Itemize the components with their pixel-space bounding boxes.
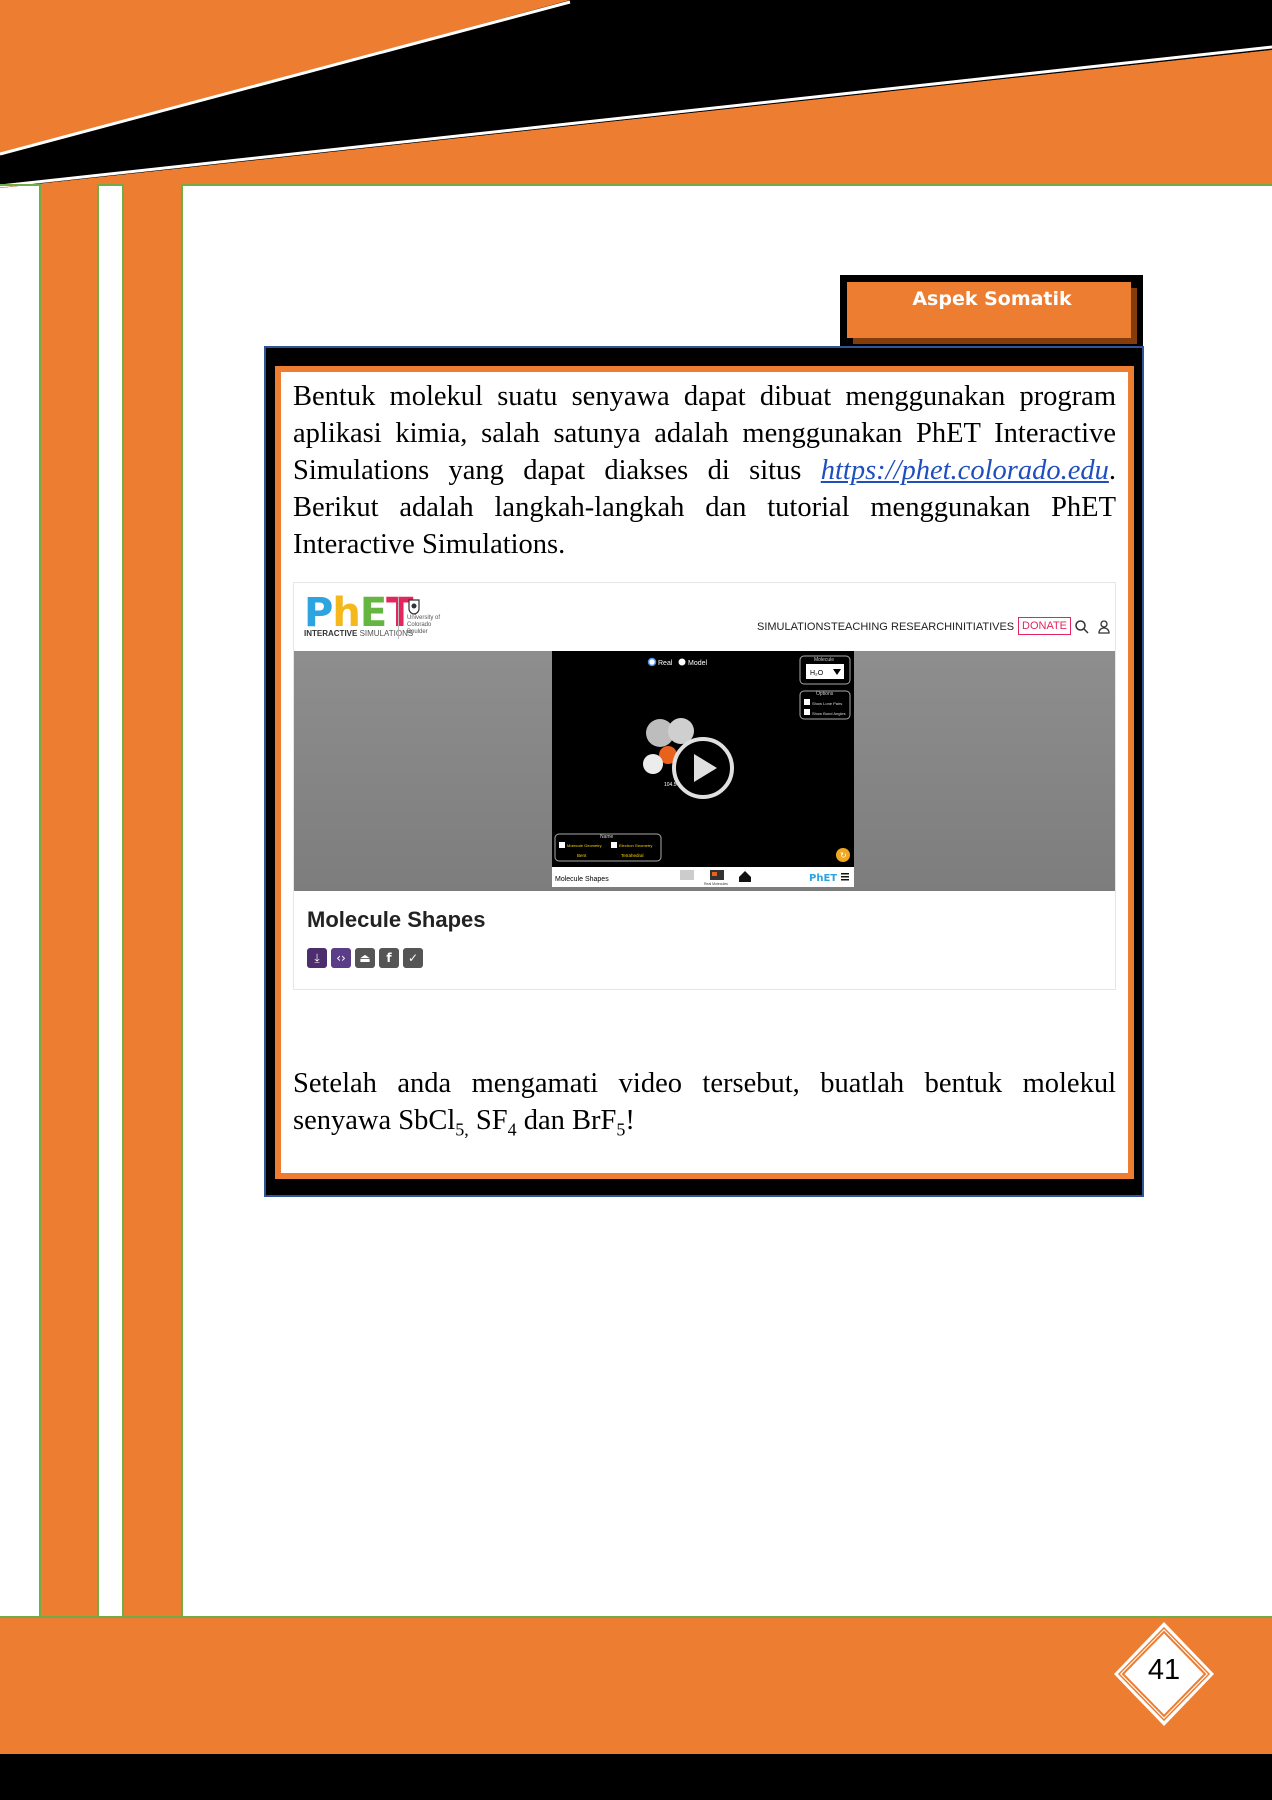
footer-band [0, 1616, 1272, 1754]
molecule-panel-label: Molecule [814, 657, 834, 663]
intro-paragraph: Bentuk molekul suatu senyawa dapat dibua… [293, 378, 1116, 563]
phet-logo-subtitle: INTERACTIVE SIMULATIONS [304, 629, 414, 638]
section-tab-label: Aspek Somatik [912, 288, 1072, 310]
option-bond-angles: Show Bond Angles [812, 711, 846, 716]
download-icon[interactable]: ⤓ [307, 948, 327, 968]
compound-sbcl5: SbCl5, [398, 1105, 469, 1140]
university-name: University of Colorado Boulder [407, 615, 441, 635]
screen-label: Real Molecules [704, 882, 728, 886]
name-panel-label: Name [600, 834, 614, 840]
left-stripe-1 [39, 184, 99, 1618]
nav-research[interactable]: RESEARCH [891, 621, 952, 633]
facebook-icon[interactable]: f [379, 948, 399, 968]
phet-screenshot[interactable]: PhET INTERACTIVE SIMULATIONS University … [293, 582, 1116, 990]
option-lone-pairs: Show Lone Pairs [812, 701, 842, 706]
phet-mini-logo: PhET [809, 873, 837, 884]
nav-initiatives[interactable]: INITIATIVES [952, 621, 1014, 633]
simulation-title: Molecule Shapes [307, 907, 486, 932]
logo-divider [398, 597, 399, 639]
nav-simulations[interactable]: SIMULATIONS [757, 621, 831, 633]
phet-link[interactable]: https://phet.colorado.edu [821, 455, 1109, 486]
nav-teaching[interactable]: TEACHING [831, 621, 888, 633]
left-stripe-2 [122, 184, 183, 1618]
search-icon[interactable] [1074, 619, 1090, 635]
twitter-icon[interactable]: ✓ [403, 948, 423, 968]
question-end: ! [625, 1105, 635, 1136]
radio-model-label: Model [688, 660, 708, 667]
header-decoration [0, 0, 1272, 188]
question-conjunction: dan [523, 1105, 573, 1136]
phet-logo: PhET [304, 590, 413, 636]
question-paragraph: Setelah anda mengamati video tersebut, b… [293, 1065, 1116, 1149]
university-logo-icon [408, 599, 420, 615]
user-icon[interactable] [1096, 619, 1112, 635]
simulation-preview: Real Model Molecule H₂O Options Show Lon… [552, 655, 854, 887]
compound-sf4: SF4 [475, 1105, 517, 1140]
embed-icon[interactable]: ‹› [331, 948, 351, 968]
reset-icon[interactable]: ↻ [840, 851, 847, 860]
simulation-video[interactable]: Real Model Molecule H₂O Options Show Lon… [552, 651, 854, 887]
sim-title: Molecule Shapes [555, 876, 609, 883]
share-icon[interactable]: ⏏ [355, 948, 375, 968]
molecule-select-value: H₂O [810, 670, 824, 677]
molecule-geometry-value: Bent [577, 853, 587, 858]
nav-donate-button[interactable]: DONATE [1018, 617, 1072, 635]
compound-brf5: BrF5 [572, 1105, 626, 1140]
radio-real-label: Real [658, 660, 673, 667]
options-panel-label: Options [816, 691, 834, 697]
footer-bar [0, 1754, 1272, 1800]
phet-navbar: PhET INTERACTIVE SIMULATIONS University … [294, 583, 1115, 651]
electron-geometry-checkbox: Electron Geometry [619, 843, 652, 848]
molecule-geometry-checkbox: Molecule Geometry [567, 843, 602, 848]
page-number: 41 [1147, 1654, 1181, 1686]
electron-geometry-value: Tetrahedral [621, 853, 644, 858]
